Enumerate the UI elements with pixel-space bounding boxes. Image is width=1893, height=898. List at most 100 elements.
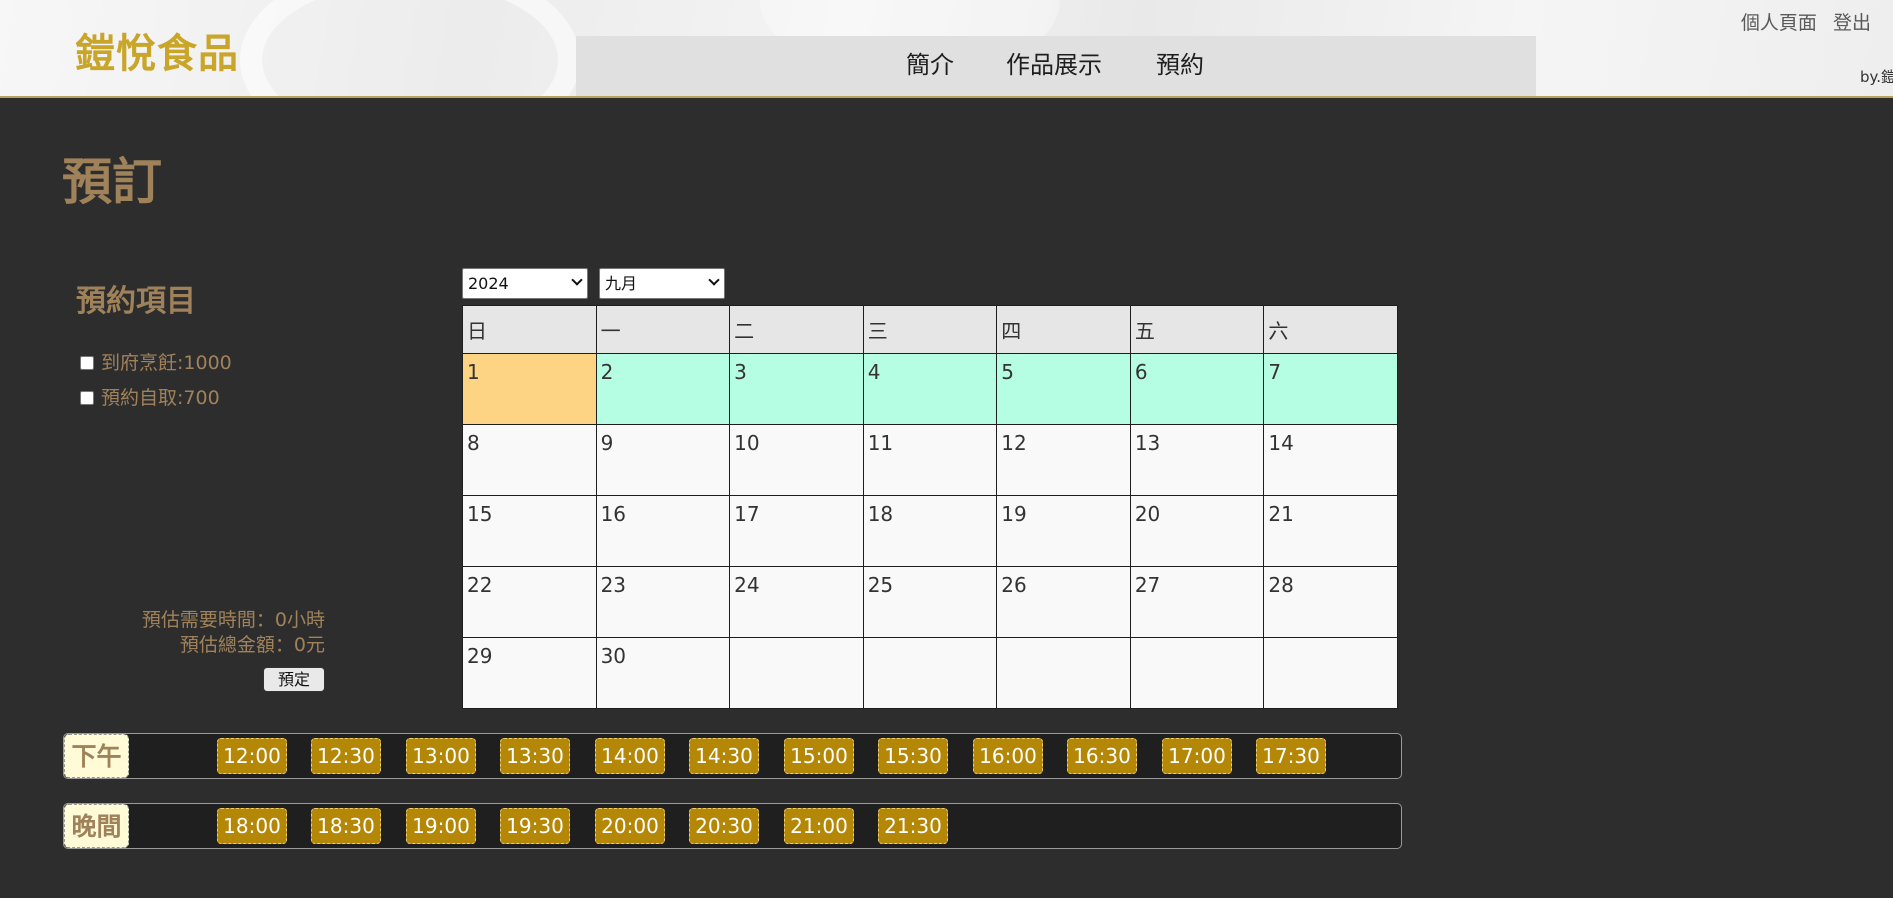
nav-booking[interactable]: 預約 — [1156, 50, 1204, 80]
calendar-day[interactable]: 15 — [462, 495, 597, 567]
byline: by.鎧 — [1860, 68, 1893, 86]
time-slot-button[interactable]: 21:00 — [784, 808, 854, 844]
calendar-day[interactable]: 26 — [996, 566, 1131, 638]
calendar-day[interactable]: 18 — [862, 495, 998, 567]
calendar-day[interactable]: 5 — [996, 353, 1131, 425]
time-slot-button[interactable]: 19:30 — [500, 808, 570, 844]
time-slot-button[interactable]: 15:00 — [784, 738, 854, 774]
weekday-header: 四 — [996, 305, 1131, 354]
option-label: 到府烹飪:1000 — [101, 352, 232, 374]
user-links: 個人頁面 登出 — [1731, 8, 1871, 35]
time-slot-button[interactable]: 13:00 — [406, 738, 476, 774]
book-button[interactable]: 預定 — [263, 667, 325, 692]
home-cooking-checkbox[interactable] — [80, 356, 94, 370]
main-nav: 簡介 作品展示 預約 — [576, 36, 1536, 96]
time-slot-button[interactable]: 15:30 — [878, 738, 948, 774]
self-pickup-checkbox[interactable] — [80, 391, 94, 405]
time-slot-button[interactable]: 17:00 — [1162, 738, 1232, 774]
calendar-day-empty — [862, 637, 998, 709]
weekday-header: 二 — [729, 305, 864, 354]
logout-link[interactable]: 登出 — [1833, 12, 1871, 34]
estimated-total: 預估總金額：0元 — [179, 634, 325, 656]
afternoon-label: 下午 — [64, 734, 129, 778]
calendar-day[interactable]: 4 — [862, 353, 998, 425]
calendar-day[interactable]: 2 — [595, 353, 731, 425]
time-slot-button[interactable]: 19:00 — [406, 808, 476, 844]
calendar-day[interactable]: 27 — [1129, 566, 1265, 638]
evening-slots: 晚間 18:00 18:30 19:00 19:30 20:00 20:30 2… — [63, 803, 1402, 849]
evening-label: 晚間 — [64, 804, 129, 848]
time-slot-button[interactable]: 20:30 — [689, 808, 759, 844]
calendar-week: 29 30 — [462, 637, 1398, 709]
weekday-header: 五 — [1129, 305, 1265, 354]
option-self-pickup[interactable]: 預約自取:700 — [80, 386, 220, 410]
calendar-day[interactable]: 9 — [595, 424, 731, 496]
chevron-down-icon — [571, 274, 583, 286]
time-slot-button[interactable]: 20:00 — [595, 808, 665, 844]
time-slot-button[interactable]: 12:30 — [311, 738, 381, 774]
calendar-day[interactable]: 19 — [996, 495, 1131, 567]
time-slot-button[interactable]: 13:30 — [500, 738, 570, 774]
calendar-day-empty — [1263, 637, 1398, 709]
calendar-day[interactable]: 8 — [462, 424, 597, 496]
afternoon-slots: 下午 12:00 12:30 13:00 13:30 14:00 14:30 1… — [63, 733, 1402, 779]
weekday-header-row: 日 一 二 三 四 五 六 — [462, 305, 1398, 354]
nav-works[interactable]: 作品展示 — [1006, 50, 1102, 80]
weekday-header: 日 — [462, 305, 597, 354]
time-slot-button[interactable]: 16:30 — [1067, 738, 1137, 774]
time-slot-button[interactable]: 21:30 — [878, 808, 948, 844]
calendar-day[interactable]: 20 — [1129, 495, 1265, 567]
chevron-down-icon — [708, 274, 720, 286]
nav-intro[interactable]: 簡介 — [906, 50, 954, 80]
calendar-week: 22 23 24 25 26 27 28 — [462, 566, 1398, 638]
weekday-header: 三 — [862, 305, 998, 354]
time-slot-button[interactable]: 16:00 — [973, 738, 1043, 774]
time-slot-button[interactable]: 12:00 — [217, 738, 287, 774]
year-select[interactable]: 2024 — [462, 268, 588, 299]
calendar-day[interactable]: 11 — [862, 424, 998, 496]
calendar-day[interactable]: 7 — [1263, 353, 1398, 425]
time-slot-button[interactable]: 17:30 — [1256, 738, 1326, 774]
header-decoration — [240, 0, 580, 96]
calendar-day[interactable]: 30 — [595, 637, 731, 709]
time-slot-button[interactable]: 18:30 — [311, 808, 381, 844]
calendar-day[interactable]: 10 — [729, 424, 864, 496]
page-title: 預訂 — [62, 153, 162, 211]
calendar-day[interactable]: 12 — [996, 424, 1131, 496]
month-select[interactable]: 九月 — [599, 268, 725, 299]
site-logo[interactable]: 鎧悅食品 — [75, 30, 239, 78]
calendar-day[interactable]: 24 — [729, 566, 864, 638]
calendar-day[interactable]: 29 — [462, 637, 597, 709]
site-header: 鎧悅食品 簡介 作品展示 預約 個人頁面 登出 by.鎧 — [0, 0, 1893, 98]
calendar-day[interactable]: 28 — [1263, 566, 1398, 638]
calendar-day[interactable]: 25 — [862, 566, 998, 638]
option-home-cooking[interactable]: 到府烹飪:1000 — [80, 351, 232, 375]
calendar-day[interactable]: 23 — [595, 566, 731, 638]
calendar-week: 15 16 17 18 19 20 21 — [462, 495, 1398, 567]
time-slot-button[interactable]: 18:00 — [217, 808, 287, 844]
calendar-day-empty — [1129, 637, 1265, 709]
calendar-day[interactable]: 16 — [595, 495, 731, 567]
weekday-header: 一 — [595, 305, 731, 354]
calendar-day[interactable]: 17 — [729, 495, 864, 567]
calendar-day[interactable]: 3 — [729, 353, 864, 425]
month-value: 九月 — [605, 274, 638, 293]
time-slot-button[interactable]: 14:00 — [595, 738, 665, 774]
calendar-day-empty — [729, 637, 864, 709]
calendar-day[interactable]: 22 — [462, 566, 597, 638]
calendar-day[interactable]: 21 — [1263, 495, 1398, 567]
calendar-week: 1 2 3 4 5 6 7 — [462, 353, 1398, 425]
calendar-day[interactable]: 6 — [1129, 353, 1265, 425]
calendar: 日 一 二 三 四 五 六 1 2 3 4 5 6 7 8 9 10 11 12… — [462, 305, 1398, 709]
calendar-day-today[interactable]: 1 — [462, 353, 597, 425]
profile-link[interactable]: 個人頁面 — [1741, 12, 1817, 34]
calendar-day-empty — [996, 637, 1131, 709]
calendar-week: 8 9 10 11 12 13 14 — [462, 424, 1398, 496]
calendar-day[interactable]: 13 — [1129, 424, 1265, 496]
calendar-day[interactable]: 14 — [1263, 424, 1398, 496]
time-slot-button[interactable]: 14:30 — [689, 738, 759, 774]
year-value: 2024 — [468, 274, 509, 293]
estimated-time: 預估需要時間：0小時 — [141, 609, 325, 631]
option-label: 預約自取:700 — [101, 387, 220, 409]
weekday-header: 六 — [1263, 305, 1398, 354]
